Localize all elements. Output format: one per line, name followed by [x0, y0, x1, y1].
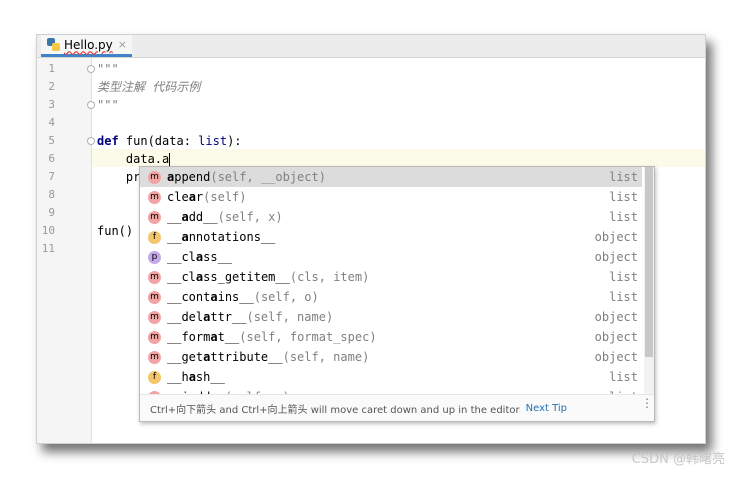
line-number: 1: [48, 62, 55, 75]
completion-params: (self, __object): [210, 170, 326, 184]
completion-item[interactable]: f __annotations__ object: [140, 227, 642, 247]
close-icon[interactable]: ×: [118, 38, 127, 51]
completion-item[interactable]: m __delattr__ (self, name) object: [140, 307, 642, 327]
completion-name: __getattribute__: [167, 350, 283, 364]
fold-marker-icon[interactable]: [87, 65, 95, 73]
text-caret: [169, 152, 171, 167]
code-line-2[interactable]: 类型注解 代码示例: [97, 78, 200, 96]
completion-type: list: [609, 370, 638, 384]
completion-name: append: [167, 170, 211, 184]
completion-type: list: [609, 270, 638, 284]
line-number: 8: [48, 188, 55, 201]
completion-item[interactable]: m __contains__ (self, o) list: [140, 287, 642, 307]
completion-item[interactable]: f __hash__ list: [140, 367, 642, 387]
line-number: 5: [48, 134, 55, 147]
line-number-gutter: 1 2 3 4 5 6 7 8 9 10 11: [37, 58, 95, 443]
completion-type: list: [609, 210, 638, 224]
completion-type: object: [594, 230, 638, 244]
typed-prefix: a: [162, 152, 170, 166]
completion-params: (self, format_spec): [239, 330, 377, 344]
completion-params: (self, o): [253, 290, 319, 304]
line-number: 6: [48, 152, 55, 165]
completion-params: (cls, item): [289, 270, 370, 284]
method-icon: m: [148, 310, 161, 324]
completion-type: list: [609, 290, 638, 304]
completion-name: __add__: [167, 210, 218, 224]
type-annotation: list: [198, 134, 228, 148]
method-icon: m: [148, 270, 161, 284]
tab-hello-py[interactable]: Hello.py ×: [41, 35, 132, 57]
code-line-7[interactable]: pr: [97, 168, 140, 186]
completion-type: object: [594, 350, 638, 364]
completion-item[interactable]: m __class_getitem__ (cls, item) list: [140, 267, 642, 287]
code-completion-popup: m append (self, __object) list m clear (self) l…: [139, 166, 655, 422]
code-line-3[interactable]: """: [97, 96, 119, 114]
line-number: 11: [41, 242, 55, 255]
editor-tab-bar: Hello.py ×: [37, 35, 705, 58]
method-icon: m: [148, 330, 161, 344]
completion-list: m append (self, __object) list m clear (self) l…: [140, 167, 642, 395]
completion-params: (self): [203, 190, 247, 204]
completion-name: __annotations__: [167, 230, 276, 244]
more-options-icon[interactable]: ⋮: [641, 397, 653, 409]
completion-item[interactable]: m append (self, __object) list: [140, 167, 642, 187]
function-signature: fun(data:: [118, 134, 199, 148]
field-icon: f: [148, 230, 161, 244]
completion-scrollbar[interactable]: [644, 167, 654, 395]
method-icon: m: [148, 290, 161, 304]
completion-item[interactable]: m __getattribute__ (self, name) object: [140, 347, 642, 367]
method-icon: m: [148, 190, 161, 204]
completion-item[interactable]: m __format__ (self, format_spec) object: [140, 327, 642, 347]
completion-name: __format__: [167, 330, 240, 344]
code-line-1[interactable]: """: [97, 60, 119, 78]
completion-name: clear: [167, 190, 204, 204]
attribute-access: data.: [97, 152, 163, 166]
line-number: 9: [48, 206, 55, 219]
completion-type: object: [594, 250, 638, 264]
completion-params: (self, x): [217, 210, 283, 224]
scrollbar-thumb[interactable]: [645, 167, 653, 357]
completion-item[interactable]: p __class__ object: [140, 247, 642, 267]
method-icon: m: [148, 170, 161, 184]
completion-type: list: [609, 170, 638, 184]
completion-footer: Ctrl+向下箭头 and Ctrl+向上箭头 will move caret …: [140, 394, 654, 421]
line-number: 7: [48, 170, 55, 183]
completion-name: __class__: [167, 250, 233, 264]
completion-type: list: [609, 190, 638, 204]
completion-params: (self, name): [246, 310, 334, 324]
code-line-10[interactable]: fun(): [97, 222, 133, 240]
signature-end: ):: [227, 134, 242, 148]
completion-name: __delattr__: [167, 310, 247, 324]
completion-type: object: [594, 330, 638, 344]
watermark: CSDN @韩曙亮: [631, 452, 725, 467]
completion-name: __class_getitem__: [167, 270, 290, 284]
footer-hint: Ctrl+向下箭头 and Ctrl+向上箭头 will move caret …: [150, 404, 520, 416]
fold-marker-icon[interactable]: [87, 101, 95, 109]
completion-item[interactable]: m clear (self) list: [140, 187, 642, 207]
keyword-def: def: [97, 134, 119, 148]
tab-label: Hello.py: [64, 37, 113, 52]
completion-item[interactable]: m __add__ (self, x) list: [140, 207, 642, 227]
fold-marker-icon[interactable]: [87, 137, 95, 145]
property-icon: p: [148, 250, 161, 264]
method-icon: m: [148, 350, 161, 364]
field-icon: f: [148, 370, 161, 384]
completion-params: (self, name): [282, 350, 370, 364]
completion-name: __contains__: [167, 290, 254, 304]
line-number: 10: [41, 224, 55, 237]
line-number: 2: [48, 80, 55, 93]
method-icon: m: [148, 210, 161, 224]
completion-type: object: [594, 310, 638, 324]
next-tip-link[interactable]: Next Tip: [526, 403, 567, 414]
code-line-5[interactable]: def fun(data: list):: [97, 132, 242, 150]
python-file-icon: [47, 37, 61, 52]
line-number: 4: [48, 116, 55, 129]
completion-name: __hash__: [167, 370, 225, 384]
line-number: 3: [48, 98, 55, 111]
